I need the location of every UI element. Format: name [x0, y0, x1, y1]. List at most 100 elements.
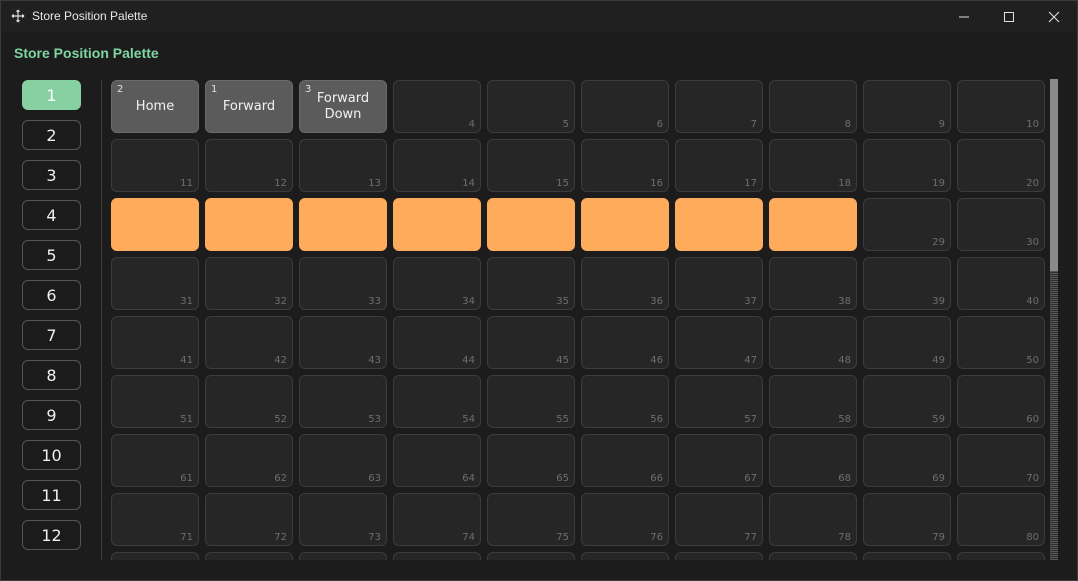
empty-slot-36[interactable]: 36 — [581, 257, 669, 310]
empty-slot-87[interactable] — [675, 552, 763, 560]
empty-slot-72[interactable]: 72 — [205, 493, 293, 546]
empty-slot-75[interactable]: 75 — [487, 493, 575, 546]
empty-slot-18[interactable]: 18 — [769, 139, 857, 192]
empty-slot-8[interactable]: 8 — [769, 80, 857, 133]
empty-slot-58[interactable]: 58 — [769, 375, 857, 428]
empty-slot-74[interactable]: 74 — [393, 493, 481, 546]
empty-slot-7[interactable]: 7 — [675, 80, 763, 133]
minimize-button[interactable] — [941, 1, 987, 32]
empty-slot-48[interactable]: 48 — [769, 316, 857, 369]
empty-slot-77[interactable]: 77 — [675, 493, 763, 546]
position-slot-1[interactable]: 2 Home — [111, 80, 199, 133]
page-button-9[interactable]: 9 — [22, 400, 81, 430]
empty-slot-47[interactable]: 47 — [675, 316, 763, 369]
empty-slot-81[interactable] — [111, 552, 199, 560]
empty-slot-53[interactable]: 53 — [299, 375, 387, 428]
empty-slot-76[interactable]: 76 — [581, 493, 669, 546]
empty-slot-29[interactable]: 29 — [863, 198, 951, 251]
empty-slot-61[interactable]: 61 — [111, 434, 199, 487]
grid-scrollbar[interactable] — [1050, 79, 1058, 560]
empty-slot-70[interactable]: 70 — [957, 434, 1045, 487]
page-button-7[interactable]: 7 — [22, 320, 81, 350]
empty-slot-39[interactable]: 39 — [863, 257, 951, 310]
empty-slot-62[interactable]: 62 — [205, 434, 293, 487]
empty-slot-60[interactable]: 60 — [957, 375, 1045, 428]
highlighted-slot-24[interactable] — [393, 198, 481, 251]
empty-slot-35[interactable]: 35 — [487, 257, 575, 310]
empty-slot-65[interactable]: 65 — [487, 434, 575, 487]
empty-slot-71[interactable]: 71 — [111, 493, 199, 546]
empty-slot-57[interactable]: 57 — [675, 375, 763, 428]
empty-slot-83[interactable] — [299, 552, 387, 560]
empty-slot-49[interactable]: 49 — [863, 316, 951, 369]
title-bar[interactable]: Store Position Palette — [1, 1, 1077, 32]
empty-slot-15[interactable]: 15 — [487, 139, 575, 192]
empty-slot-68[interactable]: 68 — [769, 434, 857, 487]
empty-slot-56[interactable]: 56 — [581, 375, 669, 428]
empty-slot-66[interactable]: 66 — [581, 434, 669, 487]
page-button-6[interactable]: 6 — [22, 280, 81, 310]
scrollbar-track[interactable] — [1050, 271, 1058, 560]
empty-slot-5[interactable]: 5 — [487, 80, 575, 133]
highlighted-slot-22[interactable] — [205, 198, 293, 251]
page-button-10[interactable]: 10 — [22, 440, 81, 470]
empty-slot-79[interactable]: 79 — [863, 493, 951, 546]
empty-slot-41[interactable]: 41 — [111, 316, 199, 369]
page-button-11[interactable]: 11 — [22, 480, 81, 510]
empty-slot-63[interactable]: 63 — [299, 434, 387, 487]
empty-slot-85[interactable] — [487, 552, 575, 560]
position-slot-2[interactable]: 1 Forward — [205, 80, 293, 133]
page-button-1[interactable]: 1 — [22, 80, 81, 110]
page-button-12[interactable]: 12 — [22, 520, 81, 550]
highlighted-slot-21[interactable] — [111, 198, 199, 251]
move-icon[interactable] — [11, 9, 25, 23]
scrollbar-thumb[interactable] — [1050, 79, 1058, 271]
maximize-button[interactable] — [986, 1, 1032, 32]
empty-slot-16[interactable]: 16 — [581, 139, 669, 192]
empty-slot-90[interactable] — [957, 552, 1045, 560]
empty-slot-88[interactable] — [769, 552, 857, 560]
empty-slot-80[interactable]: 80 — [957, 493, 1045, 546]
empty-slot-12[interactable]: 12 — [205, 139, 293, 192]
highlighted-slot-23[interactable] — [299, 198, 387, 251]
empty-slot-42[interactable]: 42 — [205, 316, 293, 369]
empty-slot-17[interactable]: 17 — [675, 139, 763, 192]
empty-slot-9[interactable]: 9 — [863, 80, 951, 133]
empty-slot-73[interactable]: 73 — [299, 493, 387, 546]
highlighted-slot-27[interactable] — [675, 198, 763, 251]
empty-slot-31[interactable]: 31 — [111, 257, 199, 310]
empty-slot-43[interactable]: 43 — [299, 316, 387, 369]
empty-slot-84[interactable] — [393, 552, 481, 560]
page-button-5[interactable]: 5 — [22, 240, 81, 270]
empty-slot-34[interactable]: 34 — [393, 257, 481, 310]
empty-slot-38[interactable]: 38 — [769, 257, 857, 310]
empty-slot-64[interactable]: 64 — [393, 434, 481, 487]
page-button-3[interactable]: 3 — [22, 160, 81, 190]
empty-slot-52[interactable]: 52 — [205, 375, 293, 428]
position-slot-3[interactable]: 3 Forward Down — [299, 80, 387, 133]
empty-slot-11[interactable]: 11 — [111, 139, 199, 192]
empty-slot-82[interactable] — [205, 552, 293, 560]
empty-slot-89[interactable] — [863, 552, 951, 560]
empty-slot-20[interactable]: 20 — [957, 139, 1045, 192]
empty-slot-40[interactable]: 40 — [957, 257, 1045, 310]
close-button[interactable] — [1031, 1, 1077, 32]
page-button-4[interactable]: 4 — [22, 200, 81, 230]
empty-slot-32[interactable]: 32 — [205, 257, 293, 310]
empty-slot-30[interactable]: 30 — [957, 198, 1045, 251]
empty-slot-69[interactable]: 69 — [863, 434, 951, 487]
empty-slot-67[interactable]: 67 — [675, 434, 763, 487]
empty-slot-13[interactable]: 13 — [299, 139, 387, 192]
empty-slot-54[interactable]: 54 — [393, 375, 481, 428]
empty-slot-4[interactable]: 4 — [393, 80, 481, 133]
empty-slot-10[interactable]: 10 — [957, 80, 1045, 133]
empty-slot-33[interactable]: 33 — [299, 257, 387, 310]
empty-slot-46[interactable]: 46 — [581, 316, 669, 369]
highlighted-slot-25[interactable] — [487, 198, 575, 251]
empty-slot-19[interactable]: 19 — [863, 139, 951, 192]
empty-slot-51[interactable]: 51 — [111, 375, 199, 428]
highlighted-slot-26[interactable] — [581, 198, 669, 251]
empty-slot-59[interactable]: 59 — [863, 375, 951, 428]
empty-slot-6[interactable]: 6 — [581, 80, 669, 133]
empty-slot-50[interactable]: 50 — [957, 316, 1045, 369]
